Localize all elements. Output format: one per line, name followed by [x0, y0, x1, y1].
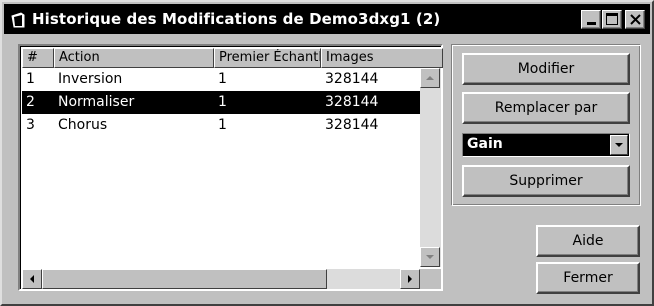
scroll-thumb[interactable]: [42, 269, 327, 289]
history-list[interactable]: # Action Premier Échantl Images 1 Invers…: [18, 44, 443, 291]
row-first-sample: 1: [218, 117, 227, 133]
minimize-button[interactable]: [581, 10, 601, 29]
dropdown-button[interactable]: [610, 135, 628, 155]
maximize-button[interactable]: [602, 10, 622, 29]
maximize-icon: [606, 13, 618, 25]
row-num: 2: [26, 94, 35, 110]
help-button[interactable]: Aide: [536, 225, 640, 257]
arrow-right-icon: [408, 275, 412, 283]
row-first-sample: 1: [218, 71, 227, 87]
horizontal-scrollbar[interactable]: [22, 269, 441, 289]
column-header-first-sample[interactable]: Premier Échantl: [214, 48, 321, 68]
arrow-down-icon: [426, 255, 434, 259]
vertical-scrollbar[interactable]: [420, 68, 441, 267]
scroll-left-button[interactable]: [22, 269, 42, 289]
row-action: Normaliser: [58, 94, 135, 110]
table-row[interactable]: 1 Inversion 1 328144: [22, 68, 420, 91]
column-header-images[interactable]: Images: [321, 48, 443, 68]
history-dialog: Historique des Modifications de Demo3dxg…: [0, 0, 654, 306]
column-header-num[interactable]: #: [22, 48, 54, 68]
row-num: 3: [26, 117, 35, 133]
replace-button[interactable]: Remplacer par: [462, 92, 630, 124]
scroll-down-button[interactable]: [420, 247, 440, 267]
row-images: 328144: [325, 94, 379, 110]
row-images: 328144: [325, 71, 379, 87]
row-action: Inversion: [58, 71, 123, 87]
arrow-left-icon: [30, 275, 34, 283]
close-icon: [630, 14, 641, 25]
replace-with-value: Gain: [467, 136, 503, 152]
table-row[interactable]: 2 Normaliser 1 328144: [22, 91, 420, 114]
row-action: Chorus: [58, 117, 108, 133]
scrollbar-corner: [420, 269, 441, 289]
close-dialog-button[interactable]: Fermer: [536, 262, 640, 294]
row-num: 1: [26, 71, 35, 87]
doc-icon: [11, 12, 25, 28]
modify-button[interactable]: Modifier: [462, 53, 630, 85]
chevron-down-icon: [615, 143, 623, 147]
minimize-icon: [587, 22, 596, 25]
row-images: 328144: [325, 117, 379, 133]
replace-with-select[interactable]: Gain: [462, 133, 630, 157]
close-button[interactable]: [625, 10, 645, 29]
list-header: # Action Premier Échantl Images: [22, 48, 443, 68]
row-first-sample: 1: [218, 94, 227, 110]
table-row[interactable]: 3 Chorus 1 328144: [22, 114, 420, 137]
window-title: Historique des Modifications de Demo3dxg…: [32, 10, 441, 28]
arrow-up-icon: [426, 76, 434, 80]
column-header-action[interactable]: Action: [54, 48, 214, 68]
scroll-up-button[interactable]: [420, 68, 440, 88]
delete-button[interactable]: Supprimer: [462, 165, 630, 197]
title-bar[interactable]: Historique des Modifications de Demo3dxg…: [4, 4, 650, 34]
scroll-right-button[interactable]: [400, 269, 420, 289]
